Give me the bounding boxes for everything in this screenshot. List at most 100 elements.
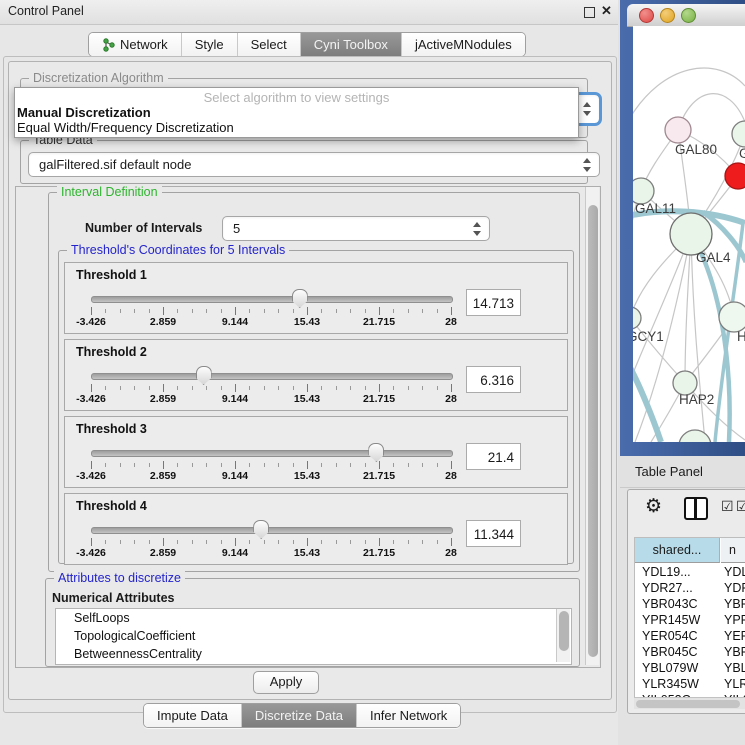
slider-tick (437, 463, 438, 467)
number-of-intervals-combobox[interactable]: 5 (222, 216, 490, 241)
node-pink[interactable] (665, 117, 691, 143)
traffic-light-minimize-icon[interactable] (660, 8, 675, 23)
algorithm-dropdown-popup: Select algorithm to view settings Manual… (14, 87, 579, 138)
slider-tick (134, 463, 135, 467)
table-row[interactable]: YBR045CYBR0 (635, 644, 745, 660)
slider-tick-label: 21.715 (363, 547, 395, 559)
attributes-scrollbar[interactable] (556, 609, 570, 662)
checkbox-icon[interactable]: ☑ (736, 499, 745, 515)
tab-jactivemnodules[interactable]: jActiveMNodules (402, 33, 525, 56)
node-h[interactable] (719, 302, 745, 332)
attributes-scrollbar-thumb[interactable] (559, 611, 569, 651)
slider-track[interactable] (91, 450, 453, 457)
table-data-combobox[interactable]: galFiltered.sif default node (28, 152, 600, 177)
traffic-light-zoom-icon[interactable] (681, 8, 696, 23)
node-red[interactable] (725, 163, 745, 189)
node-gcy1[interactable] (633, 307, 641, 329)
table-row[interactable]: YPR145WYPR1 (635, 612, 745, 628)
slider-tick-label: 15.43 (294, 547, 320, 559)
table-row[interactable]: YLR345WYLR3 (635, 676, 745, 692)
node-top-right[interactable] (732, 121, 745, 147)
float-window-icon[interactable] (584, 7, 595, 18)
slider-track[interactable] (91, 527, 453, 534)
table-cell: YPR1 (724, 612, 745, 628)
slider-tick-label: 28 (445, 393, 457, 405)
numerical-attributes-list[interactable]: SelfLoopsTopologicalCoefficientBetweenne… (55, 608, 572, 665)
threshold-value-field[interactable]: 21.4 (466, 443, 521, 470)
column-header-shared-name[interactable]: shared... (635, 538, 720, 563)
slider-tick (437, 309, 438, 313)
network-graph: GAL80 GA GAL11 GAL4 GCY1 H HAP2 (633, 26, 745, 442)
control-panel-title: Control Panel (8, 4, 84, 18)
slider-thumb[interactable] (368, 443, 384, 462)
slider-tick (264, 386, 265, 390)
slider-tick (365, 309, 366, 313)
table-cell: YBR045C (642, 644, 698, 660)
slider-tick-label: -3.426 (76, 316, 106, 328)
slider-tick (422, 386, 423, 390)
threshold-value-field[interactable]: 14.713 (466, 289, 521, 316)
node-gal4[interactable] (670, 213, 712, 255)
slider-tick (134, 540, 135, 544)
table-row[interactable]: YDR27...YDR2 (635, 580, 745, 596)
slider-tick (437, 540, 438, 544)
table-cell: YLR345W (642, 676, 699, 692)
slider-tick (451, 384, 452, 392)
network-canvas[interactable]: GAL80 GA GAL11 GAL4 GCY1 H HAP2 (633, 26, 745, 442)
threshold-value-field[interactable]: 11.344 (466, 520, 521, 547)
slider-tick (192, 309, 193, 313)
table-cell: YDR2 (724, 580, 745, 596)
menu-item-manual-discretization[interactable]: Manual Discretization (17, 105, 151, 120)
table-scrollbar-thumb[interactable] (636, 700, 740, 708)
close-icon[interactable]: ✕ (601, 3, 612, 19)
slider-tick (350, 463, 351, 467)
main-scrollbar-thumb[interactable] (588, 205, 598, 657)
slider-tick (221, 309, 222, 313)
slider-tick (235, 384, 236, 392)
slider-tick (365, 463, 366, 467)
checkbox-icon[interactable]: ☑ (721, 499, 734, 515)
slider-thumb[interactable] (253, 520, 269, 539)
threshold-value-field[interactable]: 6.316 (466, 366, 521, 393)
apply-button[interactable]: Apply (253, 671, 319, 694)
slider-thumb[interactable] (196, 366, 212, 385)
list-item-topologicalcoefficient[interactable]: TopologicalCoefficient (56, 627, 571, 645)
menu-item-equal-width-discretization[interactable]: Equal Width/Frequency Discretization (17, 120, 234, 135)
list-item-selfloops[interactable]: SelfLoops (56, 609, 571, 627)
slider-tick (365, 386, 366, 390)
slider-track[interactable] (91, 373, 453, 380)
column-header-name[interactable]: n (721, 538, 745, 563)
tab-cyni-toolbox[interactable]: Cyni Toolbox (301, 33, 402, 56)
screen: Control Panel ✕ Network Style SelectCyni T… (0, 0, 745, 745)
slider-tick-label: 28 (445, 470, 457, 482)
slider-tick-label: -3.426 (76, 470, 106, 482)
tab-label: Style (195, 37, 224, 52)
slider-tick (134, 386, 135, 390)
table-row[interactable]: YBL079WYBL0 (635, 660, 745, 676)
table-row[interactable]: YDL19...YDL1 (635, 564, 745, 580)
table-horizontal-scrollbar[interactable] (634, 697, 745, 709)
slider-tick (105, 309, 106, 313)
slider-thumb[interactable] (292, 289, 308, 308)
slider-tick (336, 463, 337, 467)
tab-select[interactable]: Select (238, 33, 301, 56)
tab-style[interactable]: Style (182, 33, 238, 56)
columns-icon[interactable] (684, 497, 708, 520)
table-row[interactable]: YER054CYER0 (635, 628, 745, 644)
combo-arrows-icon (472, 222, 481, 236)
slider-tick-label: 9.144 (222, 470, 248, 482)
slider-tick-label: 28 (445, 547, 457, 559)
tab-impute-data[interactable]: Impute Data (144, 704, 242, 727)
tab-network[interactable]: Network (89, 33, 182, 56)
network-window-titlebar[interactable] (627, 4, 745, 27)
traffic-light-close-icon[interactable] (639, 8, 654, 23)
node-bottom[interactable] (679, 430, 711, 442)
slider-track[interactable] (91, 296, 453, 303)
node-label-gal80: GAL80 (675, 142, 717, 157)
tab-infer-network[interactable]: Infer Network (357, 704, 460, 727)
gear-icon[interactable]: ⚙ (645, 495, 662, 517)
tab-discretize-data[interactable]: Discretize Data (242, 704, 357, 727)
main-vertical-scrollbar[interactable] (585, 187, 599, 665)
list-item-betweennesscentrality[interactable]: BetweennessCentrality (56, 645, 571, 663)
table-row[interactable]: YBR043CYBR0 (635, 596, 745, 612)
